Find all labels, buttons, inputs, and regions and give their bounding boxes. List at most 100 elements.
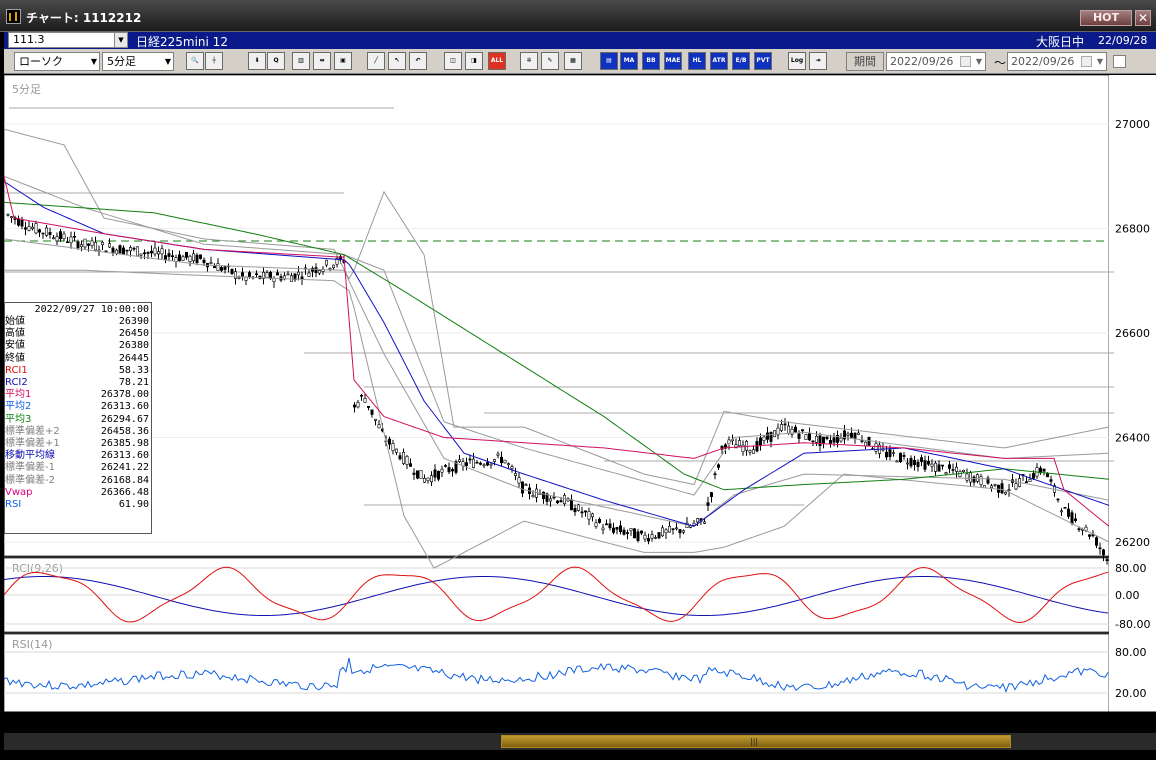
lock-icon[interactable]: ▣ — [334, 52, 352, 70]
rsi-label: RSI(14) — [12, 638, 52, 651]
range-checkbox[interactable] — [1113, 55, 1126, 68]
candle-body — [216, 263, 220, 271]
candle-body — [408, 463, 412, 467]
ebar-button[interactable]: E/B — [732, 52, 750, 70]
all-button[interactable]: ALL — [488, 52, 506, 70]
candle-body — [618, 525, 622, 533]
data-panel-row: 平均2 26313.60 — [5, 401, 151, 413]
candle-body — [674, 527, 678, 530]
pvt-button[interactable]: PVT — [754, 52, 772, 70]
candle-body — [503, 459, 507, 464]
candle-body — [975, 474, 979, 482]
hot-button[interactable]: HOT — [1080, 10, 1132, 26]
chart-area[interactable]: 27000 26800 26600 26400 26200 5分足 RCI(9,26) RSI… — [4, 75, 1156, 712]
zoom-icon[interactable]: 🔍 — [186, 52, 204, 70]
data-panel-value: 26294.67 — [100, 413, 149, 425]
search-chart-icon[interactable]: Q — [267, 52, 285, 70]
tool-icon[interactable]: ✎ — [541, 52, 559, 70]
candle-left-icon[interactable]: ◫ — [444, 52, 462, 70]
close-icon[interactable]: ✕ — [1135, 10, 1151, 26]
candle-body — [541, 491, 545, 500]
candle-body — [178, 254, 182, 261]
price-tick-label: 26800 — [1115, 223, 1150, 236]
cursor-icon[interactable]: ↖ — [388, 52, 406, 70]
settings-icon[interactable]: ✲ — [520, 52, 538, 70]
candle-body — [517, 477, 521, 484]
instrument-name: 日経225mini 12 — [136, 35, 228, 49]
bar-chart-icon[interactable]: ▥ — [292, 52, 310, 70]
data-panel-value: 26445 — [118, 352, 149, 364]
period-button[interactable]: 期間 — [846, 52, 884, 71]
candle-body — [181, 256, 185, 261]
data-panel-row: 移動平均線 26313.60 — [5, 450, 151, 462]
calendar-icon[interactable] — [960, 56, 971, 67]
candle-body — [115, 249, 119, 254]
candle-body — [496, 453, 500, 456]
undo-icon[interactable]: ↶ — [409, 52, 427, 70]
code-select[interactable]: 111.3 ▼ — [8, 32, 128, 48]
rci-tick-label: -80.00 — [1115, 618, 1150, 631]
y-axis-area — [1109, 75, 1156, 712]
rsi-tick-label: 20.00 — [1115, 687, 1147, 700]
candle-body — [895, 460, 899, 463]
candle-body — [174, 257, 178, 262]
candle-body — [324, 259, 328, 266]
scroll-thumb[interactable]: ||| — [501, 735, 1011, 748]
chevron-down-icon[interactable]: ▼ — [1097, 53, 1103, 70]
log-button[interactable]: Log — [788, 52, 806, 70]
calendar-icon[interactable] — [1081, 56, 1092, 67]
candle-right-icon[interactable]: ◨ — [465, 52, 483, 70]
bb-button[interactable]: BB — [642, 52, 660, 70]
candle-body — [188, 255, 192, 262]
crosshair-icon[interactable]: ┼ — [205, 52, 223, 70]
horizontal-scrollbar[interactable]: ||| — [4, 733, 1156, 750]
split-chart-icon[interactable]: ⇹ — [313, 52, 331, 70]
interval-select[interactable]: 5分足 ▼ — [102, 52, 174, 71]
candle-body — [828, 440, 832, 444]
price-tick-label: 27000 — [1115, 118, 1150, 131]
candle-body — [185, 251, 189, 258]
candle-body — [611, 527, 615, 533]
color-icon[interactable]: ▦ — [564, 52, 582, 70]
chevron-down-icon[interactable]: ▼ — [114, 33, 127, 47]
candle-body — [220, 267, 224, 271]
price-chart-svg[interactable]: 27000268002660026400262005分足RCI(9,26)RSI… — [4, 75, 1156, 712]
data-panel-row: 標準偏差+2 26458.36 — [5, 426, 151, 438]
candle-body — [1007, 489, 1011, 491]
candle-body — [139, 253, 143, 256]
candle-body — [352, 404, 356, 408]
candle-body — [646, 538, 650, 542]
date-to-field[interactable]: 2022/09/26 ▼ — [1007, 52, 1107, 71]
mae-button[interactable]: MAE — [664, 52, 682, 70]
chevron-down-icon[interactable]: ▼ — [976, 53, 982, 70]
chart-type-select[interactable]: ローソク ▼ — [14, 52, 100, 71]
atr-button[interactable]: ATR — [710, 52, 728, 70]
candle-body — [475, 461, 479, 464]
candle-body — [783, 423, 787, 426]
hl-button[interactable]: HL — [688, 52, 706, 70]
data-panel-label: 標準偏差-2 — [5, 474, 55, 486]
date-from-field[interactable]: 2022/09/26 ▼ — [886, 52, 986, 71]
candle-body — [898, 452, 902, 463]
candle-body — [860, 440, 864, 442]
grip-icon: ||| — [750, 737, 759, 746]
ma-button[interactable]: MA — [620, 52, 638, 70]
export-icon[interactable]: ⇥ — [809, 52, 827, 70]
trendline-icon[interactable]: ╱ — [367, 52, 385, 70]
candle-body — [136, 246, 140, 257]
price-tick-label: 26600 — [1115, 327, 1150, 340]
candle-body — [153, 247, 157, 255]
candle-body — [608, 523, 612, 529]
candle-body — [597, 518, 601, 523]
candle-body — [825, 436, 829, 440]
data-panel-value: 58.33 — [118, 364, 149, 376]
title-bar[interactable]: チャート: 1112212 HOT ✕ — [0, 0, 1156, 32]
candle-body — [209, 262, 213, 264]
candle-body — [846, 433, 850, 436]
candle-body — [146, 251, 150, 254]
candle-body — [811, 440, 815, 443]
data-panel-label: 標準偏差-1 — [5, 462, 55, 474]
download-icon[interactable]: ⬇ — [248, 52, 266, 70]
data-panel-value: 61.90 — [118, 499, 149, 510]
indicator-icon[interactable]: ▤ — [600, 52, 618, 70]
